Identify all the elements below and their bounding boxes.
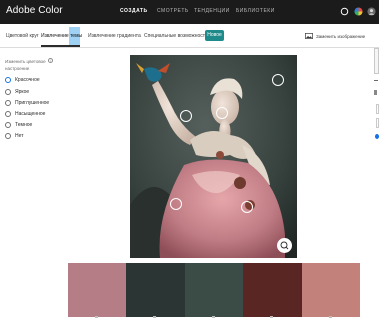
mood-option-bright[interactable]: Яркое xyxy=(5,89,29,95)
mood-option-colorful[interactable]: Красочное xyxy=(5,77,40,83)
color-picker-handle[interactable] xyxy=(241,201,253,213)
mood-option-label: Нет xyxy=(15,133,24,139)
app-logo[interactable]: Adobe Color xyxy=(6,5,63,16)
info-icon[interactable]: i xyxy=(48,58,53,63)
mood-option-label: Приглушенное xyxy=(15,100,50,106)
avatar-icon[interactable] xyxy=(367,7,376,16)
top-navigation-bar: Adobe Color СОЗДАТЬ СМОТРЕТЬ ТЕНДЕНЦИИ Б… xyxy=(0,0,379,24)
image-icon xyxy=(305,33,313,39)
mood-option-label: Яркое xyxy=(15,89,30,95)
color-swatch-2[interactable] xyxy=(126,263,185,317)
zoom-icon xyxy=(280,241,289,250)
mood-option-dark[interactable]: Темное xyxy=(5,122,32,128)
color-picker-handle[interactable] xyxy=(272,74,284,86)
tab-extract-gradient[interactable]: Извлечение градиента xyxy=(88,33,141,39)
tab-extract-theme[interactable]: Извлечение темы xyxy=(41,33,82,39)
side-panel-label xyxy=(374,90,377,95)
nav-trends[interactable]: ТЕНДЕНЦИИ xyxy=(194,8,230,14)
mood-option-deep[interactable]: Насыщенное xyxy=(5,111,45,117)
mood-panel-title: Изменить цветовое настроение xyxy=(5,59,46,71)
side-panel-field[interactable] xyxy=(374,48,379,74)
color-swatch-4[interactable] xyxy=(243,263,302,317)
replace-image-button[interactable]: Заменить изображение xyxy=(305,33,365,39)
color-swatch-3[interactable] xyxy=(185,263,243,317)
nav-explore[interactable]: СМОТРЕТЬ xyxy=(157,8,189,14)
radio-button[interactable] xyxy=(5,77,11,83)
active-tab-indicator xyxy=(41,45,80,47)
notifications-icon[interactable] xyxy=(340,7,349,16)
color-picker-handle[interactable] xyxy=(180,110,192,122)
mood-option-none[interactable]: Нет xyxy=(5,133,24,139)
color-swatch-5[interactable] xyxy=(302,263,360,317)
swatch-handle[interactable] xyxy=(329,316,332,318)
swatch-handle[interactable] xyxy=(95,316,98,318)
new-badge: Новое xyxy=(205,30,224,41)
radio-button[interactable] xyxy=(5,89,11,95)
side-panel-label xyxy=(374,80,378,81)
zoom-button[interactable] xyxy=(277,238,292,253)
mood-option-label: Красочное xyxy=(15,77,40,83)
color-picker-handle[interactable] xyxy=(216,107,228,119)
mood-option-muted[interactable]: Приглушенное xyxy=(5,100,49,106)
radio-button[interactable] xyxy=(5,122,11,128)
mood-option-label: Темное xyxy=(15,122,33,128)
swatch-handle[interactable] xyxy=(212,316,215,318)
radio-button[interactable] xyxy=(5,100,11,106)
tab-accessibility[interactable]: Специальные возможности xyxy=(144,33,208,39)
color-picker-handle[interactable] xyxy=(170,198,182,210)
swatch-handle[interactable] xyxy=(153,316,156,318)
nav-libraries[interactable]: БИБЛИОТЕКИ xyxy=(236,8,275,14)
color-swatch-1[interactable] xyxy=(68,263,126,317)
radio-button[interactable] xyxy=(5,111,11,117)
color-wheel-icon[interactable] xyxy=(354,7,363,16)
replace-image-label: Заменить изображение xyxy=(316,33,366,39)
painting-illustration xyxy=(130,55,297,258)
side-panel-toggle[interactable] xyxy=(375,134,379,139)
radio-button[interactable] xyxy=(5,133,11,139)
tab-color-wheel[interactable]: Цветовой круг xyxy=(6,33,39,39)
mood-option-label: Насыщенное xyxy=(15,111,46,117)
source-image[interactable] xyxy=(130,55,297,258)
nav-create[interactable]: СОЗДАТЬ xyxy=(120,8,148,14)
swatch-handle[interactable] xyxy=(270,316,273,318)
side-panel-edge xyxy=(371,48,379,319)
